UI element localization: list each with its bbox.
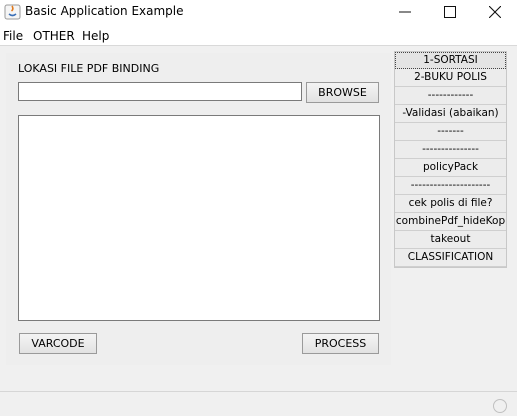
close-icon: [488, 6, 501, 18]
sidebar-item-separator-3[interactable]: ---------------: [395, 141, 506, 159]
sidebar-item-separator-1[interactable]: ------------: [395, 87, 506, 105]
busy-indicator-icon: [493, 399, 507, 413]
sidebar-item-policypack[interactable]: policyPack: [395, 159, 506, 177]
minimize-button[interactable]: [382, 0, 427, 24]
sidebar-item-sortasi[interactable]: 1-SORTASI: [395, 52, 506, 69]
java-app-icon: [4, 4, 21, 20]
close-button[interactable]: [472, 0, 517, 24]
maximize-button[interactable]: [427, 0, 472, 24]
sidebar-item-combinepdf[interactable]: combinePdf_hideKop: [395, 213, 506, 231]
sidebar-item-cek-polis[interactable]: cek polis di file?: [395, 195, 506, 213]
pdf-path-input[interactable]: [18, 82, 302, 101]
minimize-icon: [398, 11, 411, 13]
window-title: Basic Application Example: [25, 4, 184, 18]
pdf-location-label: LOKASI FILE PDF BINDING: [18, 62, 160, 75]
sidebar-item-separator-4[interactable]: ---------------------: [395, 177, 506, 195]
sidebar-button-list: 1-SORTASI 2-BUKU POLIS ------------ -Val…: [394, 51, 507, 268]
menu-file[interactable]: File: [3, 29, 23, 43]
sidebar-item-classification[interactable]: CLASSIFICATION: [395, 249, 506, 267]
process-button[interactable]: PROCESS: [302, 333, 379, 354]
varcode-button[interactable]: VARCODE: [19, 333, 97, 354]
menu-help[interactable]: Help: [82, 29, 109, 43]
output-text-area[interactable]: [18, 115, 380, 321]
sidebar-item-buku-polis[interactable]: 2-BUKU POLIS: [395, 69, 506, 87]
sidebar-item-takeout[interactable]: takeout: [395, 231, 506, 249]
menu-other[interactable]: OTHER: [33, 29, 75, 43]
menu-bar: File OTHER Help: [0, 26, 517, 46]
sidebar-item-separator-2[interactable]: -------: [395, 123, 506, 141]
status-divider: [0, 391, 517, 392]
maximize-icon: [443, 6, 456, 18]
browse-button[interactable]: BROWSE: [306, 82, 379, 103]
sidebar-item-validasi[interactable]: -Validasi (abaikan): [395, 105, 506, 123]
title-bar: Basic Application Example: [0, 0, 517, 26]
